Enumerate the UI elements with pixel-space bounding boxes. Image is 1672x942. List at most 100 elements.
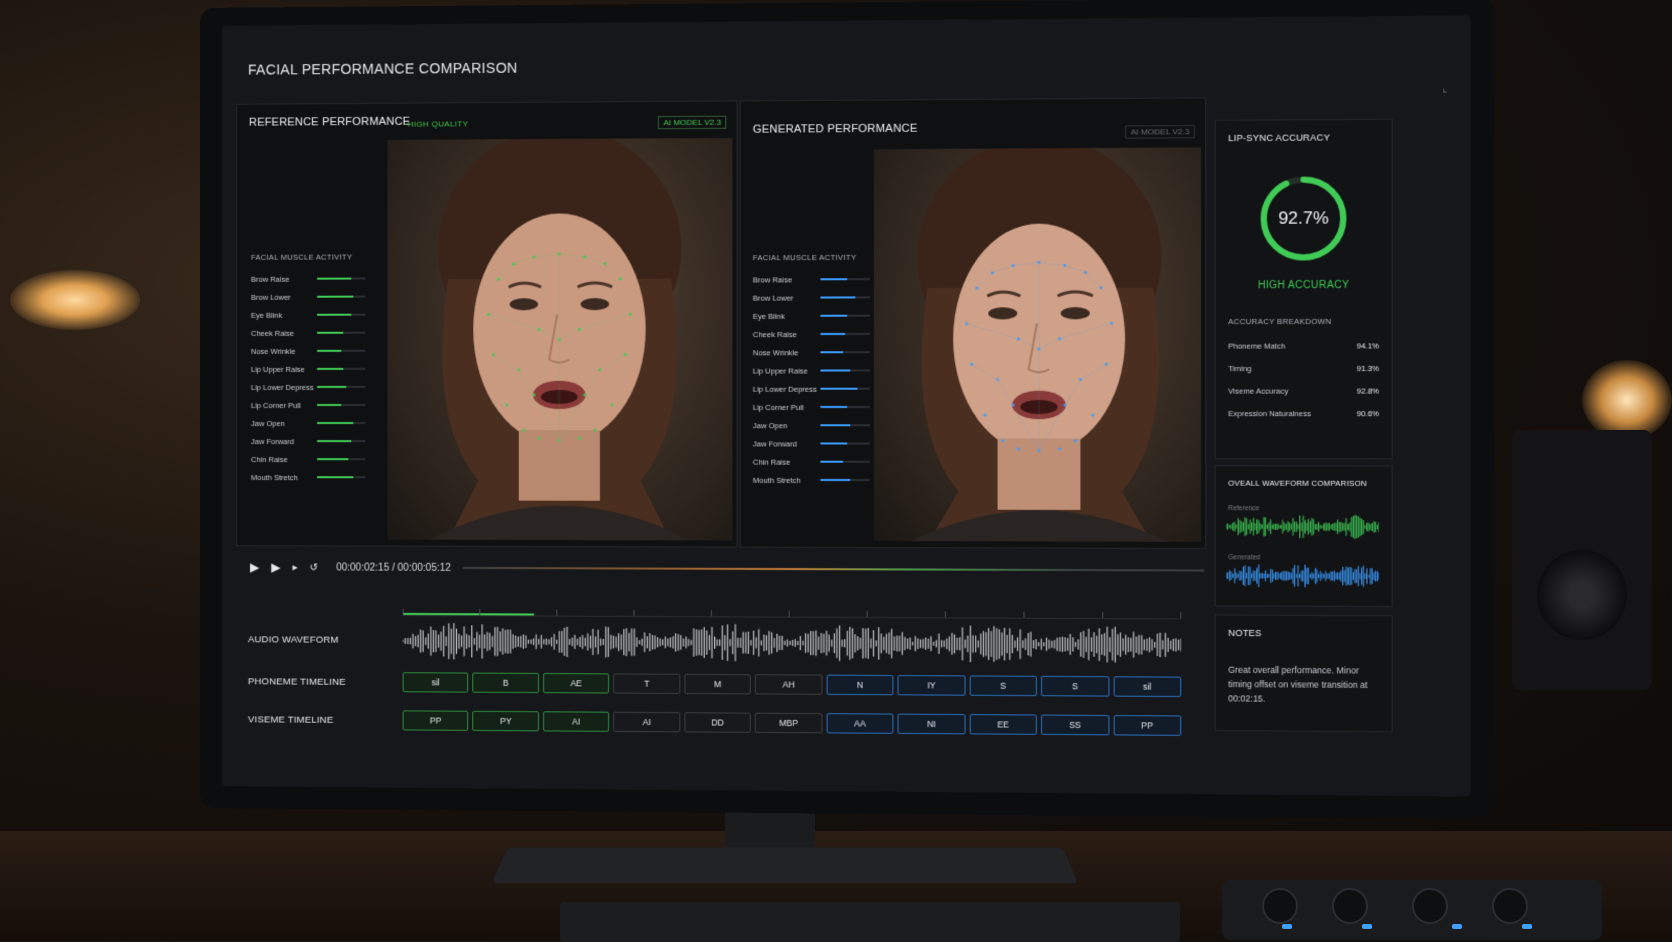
notes-text[interactable]: Great overall performance. Minor timing … [1228, 663, 1383, 707]
timeline-ruler[interactable] [402, 594, 1182, 620]
breakdown-label: Expression Naturalness [1228, 409, 1312, 419]
muscle-row: Mouth Stretch [753, 471, 876, 489]
app-title: FACIAL PERFORMANCE COMPARISON [247, 59, 518, 78]
controller-knob [1262, 888, 1298, 924]
accuracy-gauge: 92.7% [1257, 173, 1349, 263]
muscle-level-fill [317, 440, 351, 443]
reference-video[interactable] [387, 137, 733, 541]
viseme-chip[interactable]: DD [684, 712, 752, 733]
muscle-label: Mouth Stretch [752, 475, 801, 485]
muscle-level-fill [820, 314, 848, 317]
muscle-level-bar [317, 458, 366, 461]
generated-title: GENERATED PERFORMANCE [752, 122, 918, 136]
model-badge: AI MODEL V2.3 [1125, 124, 1195, 139]
muscle-level-bar [820, 278, 870, 281]
muscle-level-bar [820, 478, 870, 482]
generated-video[interactable] [873, 147, 1202, 542]
muscle-label: Nose Wrinkle [250, 346, 296, 356]
controller-led [1452, 924, 1462, 929]
breakdown-label: Viseme Accuracy [1228, 386, 1289, 396]
muscle-label: Lip Upper Raise [250, 364, 305, 374]
collapse-icon[interactable]: ⌞ [1442, 83, 1447, 94]
phoneme-chip[interactable]: T [613, 673, 681, 694]
viseme-chip[interactable]: PP [1113, 715, 1182, 736]
muscle-level-fill [317, 458, 349, 461]
muscle-row: Brow Lower [753, 288, 876, 307]
lipsync-panel: LIP-SYNC ACCURACY 92.7% HIGH ACCURACY AC… [1214, 118, 1393, 460]
phoneme-chip[interactable]: M [684, 673, 752, 695]
muscle-level-fill [317, 422, 354, 425]
muscle-label: Eye Blink [250, 310, 283, 320]
viseme-chip[interactable]: PY [472, 710, 539, 732]
breakdown-row: Timing 91.3% [1228, 364, 1379, 373]
lipsync-title: LIP-SYNC ACCURACY [1228, 132, 1331, 144]
viseme-chip[interactable]: EE [969, 714, 1037, 735]
notes-panel: NOTES Great overall performance. Minor t… [1214, 614, 1393, 733]
muscle-level-bar [317, 295, 366, 298]
viseme-chip[interactable]: SS [1041, 714, 1109, 736]
controller-led [1362, 924, 1372, 929]
muscle-row: Chin Raise [251, 450, 371, 468]
muscle-level-fill [820, 351, 843, 354]
muscle-level-fill [820, 369, 851, 372]
muscle-row: Lip Lower Depress [251, 378, 371, 396]
background-lamp-glow [10, 270, 140, 330]
generated-wave-label: Generated [1228, 554, 1261, 562]
scrub-bar[interactable] [463, 566, 1205, 572]
keyboard [560, 902, 1180, 942]
phoneme-chip[interactable]: sil [402, 672, 469, 693]
muscle-label: Jaw Forward [250, 436, 295, 446]
phoneme-chip[interactable]: IY [897, 675, 966, 696]
viseme-chip[interactable]: MBP [755, 712, 823, 734]
muscle-row: Brow Lower [251, 288, 371, 306]
muscle-label: Chin Raise [250, 454, 288, 464]
next-frame-icon[interactable]: ▸ [293, 562, 298, 573]
studio-speaker [1512, 430, 1652, 690]
play-icon[interactable]: ▶ [250, 560, 259, 574]
muscle-level-fill [317, 385, 347, 388]
muscle-activity-title: FACIAL MUSCLE ACTIVITY [752, 252, 857, 263]
muscle-level-bar [317, 277, 366, 280]
muscle-row: Lip Upper Raise [753, 361, 876, 379]
waveform-comparison-panel: OVEALL WAVEFORM COMPARISON Reference Gen… [1214, 465, 1393, 608]
muscle-level-bar [820, 369, 870, 372]
viseme-timeline-label: VISEME TIMELINE [247, 714, 334, 726]
muscle-level-bar [317, 422, 366, 425]
muscle-level-bar [820, 351, 870, 354]
muscle-level-bar [820, 314, 870, 317]
muscle-row: Brow Raise [753, 270, 876, 289]
viseme-chip[interactable]: AI [613, 711, 681, 733]
loop-icon[interactable]: ↺ [310, 562, 318, 573]
phoneme-chip[interactable]: AE [542, 672, 610, 694]
muscle-level-fill [820, 424, 851, 427]
muscle-level-bar [317, 385, 366, 388]
background-lamp-glow-right [1582, 360, 1672, 440]
phoneme-chip[interactable]: B [472, 672, 539, 694]
muscle-level-bar [317, 367, 366, 370]
muscle-level-bar [820, 424, 870, 427]
muscle-label: Lip Upper Raise [752, 365, 808, 376]
controller-knob [1492, 888, 1528, 924]
viseme-chip[interactable]: AA [826, 713, 894, 734]
muscle-label: Lip Lower Depress [250, 382, 314, 392]
viseme-chip[interactable]: AI [542, 711, 610, 732]
muscle-level-bar [317, 403, 366, 406]
phoneme-chip[interactable]: S [969, 675, 1037, 697]
muscle-row: Jaw Open [753, 416, 876, 434]
transport-bar: ▶ ▶ ▸ ↺ 00:00:02:15 / 00:00:05:12 [236, 552, 1205, 586]
phoneme-chip[interactable]: AH [755, 674, 823, 695]
audio-waveform-label: AUDIO WAVEFORM [247, 634, 339, 646]
muscle-label: Eye Blink [752, 311, 785, 321]
phoneme-chip[interactable]: S [1041, 675, 1109, 697]
muscle-level-fill [317, 277, 351, 280]
muscle-row: Nose Wrinkle [753, 343, 876, 361]
step-forward-icon[interactable]: ▶ [271, 560, 280, 574]
breakdown-row: Phoneme Match 94.1% [1228, 341, 1379, 350]
phoneme-timeline: sil B AE T M AH N IY S Ssil [402, 672, 1182, 698]
phoneme-chip[interactable]: N [826, 674, 894, 696]
audio-waveform[interactable] [403, 621, 1182, 665]
phoneme-chip[interactable]: sil [1113, 676, 1182, 698]
speaker-cone [1537, 550, 1627, 640]
viseme-chip[interactable]: NI [897, 713, 966, 735]
viseme-chip[interactable]: PP [402, 710, 469, 731]
